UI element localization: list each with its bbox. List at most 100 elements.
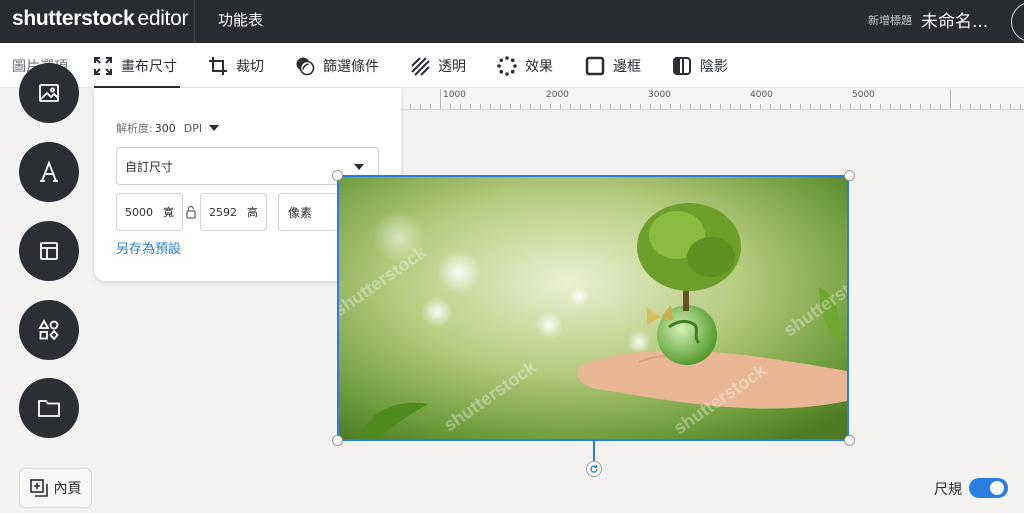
ruler-tick: [430, 104, 431, 109]
resize-handle[interactable]: [844, 435, 855, 446]
ruler-tick: [910, 104, 911, 109]
ruler-tick: [1000, 104, 1001, 109]
canvas-image[interactable]: shutterstock shutterstock shutterstock s…: [337, 175, 849, 441]
ruler-tick: [680, 104, 681, 109]
rotate-handle[interactable]: [586, 461, 602, 477]
filter-icon: [296, 57, 315, 75]
ruler-tick: [610, 104, 611, 109]
ruler-tick: [1010, 104, 1011, 109]
ruler-tick: [640, 104, 641, 109]
ruler-tick: [510, 104, 511, 109]
layouts-button[interactable]: [19, 221, 79, 281]
shutterstock-editor-logo[interactable]: shutterstock editor: [12, 7, 188, 31]
ruler-tick: [990, 104, 991, 109]
ruler-tick: [720, 104, 721, 109]
ruler-tick: [500, 104, 501, 109]
ruler-tick: [700, 104, 701, 109]
save-preset-link[interactable]: 另存為預設: [116, 238, 181, 257]
tool-transparency[interactable]: 透明: [410, 43, 466, 88]
ruler-tick: [790, 104, 791, 109]
ruler-tick: [410, 104, 411, 109]
ruler-label: 5000: [852, 90, 875, 100]
folder-icon: [38, 400, 60, 417]
ruler-tick: [570, 104, 571, 109]
tool-label: 陰影: [700, 58, 728, 75]
resize-handle[interactable]: [844, 170, 855, 181]
caret-down-icon: [209, 125, 220, 131]
tool-shadow[interactable]: 陰影: [672, 43, 728, 88]
ruler-tick: [420, 104, 421, 109]
width-label: 寬: [163, 206, 174, 219]
height-value: 2592: [209, 205, 237, 219]
pages-button[interactable]: 內頁: [19, 468, 92, 508]
resolution-row[interactable]: 解析度: 300 DPI: [116, 120, 220, 136]
ruler-tick: [900, 104, 901, 109]
resize-handle[interactable]: [332, 170, 343, 181]
tool-border[interactable]: 邊框: [585, 43, 641, 88]
tool-filters[interactable]: 篩選條件: [295, 43, 379, 88]
images-button[interactable]: [19, 63, 79, 123]
resolution-value: 300: [154, 121, 176, 135]
tool-bar: 圖片選項 畫布尺寸 裁切 篩選條件 透明 效果: [0, 43, 1024, 88]
add-title-label[interactable]: 新增標題: [868, 12, 912, 28]
ruler-tick: [740, 104, 741, 109]
ruler-tick: [960, 104, 961, 109]
layout-icon: [40, 242, 58, 260]
ruler-toggle-switch[interactable]: [969, 478, 1008, 498]
ruler-tick: [970, 104, 971, 109]
tool-canvas-size[interactable]: 畫布尺寸: [93, 43, 177, 88]
ruler-label: 2000: [546, 90, 569, 100]
ruler-tick: [770, 104, 771, 109]
ruler-tick: [930, 104, 931, 109]
ruler-tick: [440, 89, 441, 109]
shapes-icon: [38, 319, 59, 341]
ruler-tick: [760, 104, 761, 109]
ruler-label: 1000: [443, 90, 466, 100]
document-name[interactable]: 未命名...: [921, 7, 988, 32]
tool-crop[interactable]: 裁切: [208, 43, 264, 88]
rotate-icon: [590, 465, 598, 473]
effects-icon: [497, 55, 517, 76]
elements-button[interactable]: [19, 300, 79, 360]
tool-label: 透明: [438, 58, 466, 75]
ruler-label: 3000: [648, 90, 671, 100]
ruler-tick: [820, 104, 821, 109]
ruler-tick: [630, 104, 631, 109]
divider: [194, 0, 195, 43]
ruler-tick: [650, 104, 651, 109]
tool-label: 裁切: [236, 58, 264, 75]
ruler-tick: [520, 104, 521, 109]
add-page-icon: [29, 479, 48, 497]
height-input[interactable]: 2592 高: [200, 193, 267, 231]
aspect-lock-icon[interactable]: [186, 205, 196, 219]
ruler-tick: [750, 104, 751, 109]
ruler-tick: [450, 104, 451, 109]
expand-icon: [94, 56, 112, 75]
ruler-tick: [950, 89, 951, 109]
folders-button[interactable]: [19, 378, 79, 438]
resize-handle[interactable]: [332, 435, 343, 446]
tool-effects[interactable]: 效果: [497, 43, 553, 88]
ruler-tick: [480, 104, 481, 109]
text-button[interactable]: [19, 142, 79, 202]
ruler-tick: [890, 104, 891, 109]
unit-value: 像素: [288, 205, 313, 220]
ruler-tick: [660, 104, 661, 109]
image-icon: [39, 84, 59, 102]
ruler-tick: [560, 104, 561, 109]
width-input[interactable]: 5000 寬: [116, 193, 183, 231]
account-button[interactable]: [1011, 2, 1024, 42]
menu-button[interactable]: 功能表: [218, 9, 263, 30]
ruler-tick: [800, 104, 801, 109]
top-bar: shutterstock editor 功能表 新增標題 未命名...: [0, 0, 1024, 43]
pages-label: 內頁: [53, 481, 82, 497]
tool-label: 效果: [525, 58, 553, 75]
ruler-tick: [840, 104, 841, 109]
width-value: 5000: [125, 205, 153, 219]
ruler-tick: [810, 104, 811, 109]
tool-label: 篩選條件: [323, 58, 379, 75]
ruler-tick: [620, 104, 621, 109]
ruler-tick: [1020, 104, 1021, 109]
tool-label: 邊框: [613, 58, 641, 75]
ruler-tick: [730, 104, 731, 109]
